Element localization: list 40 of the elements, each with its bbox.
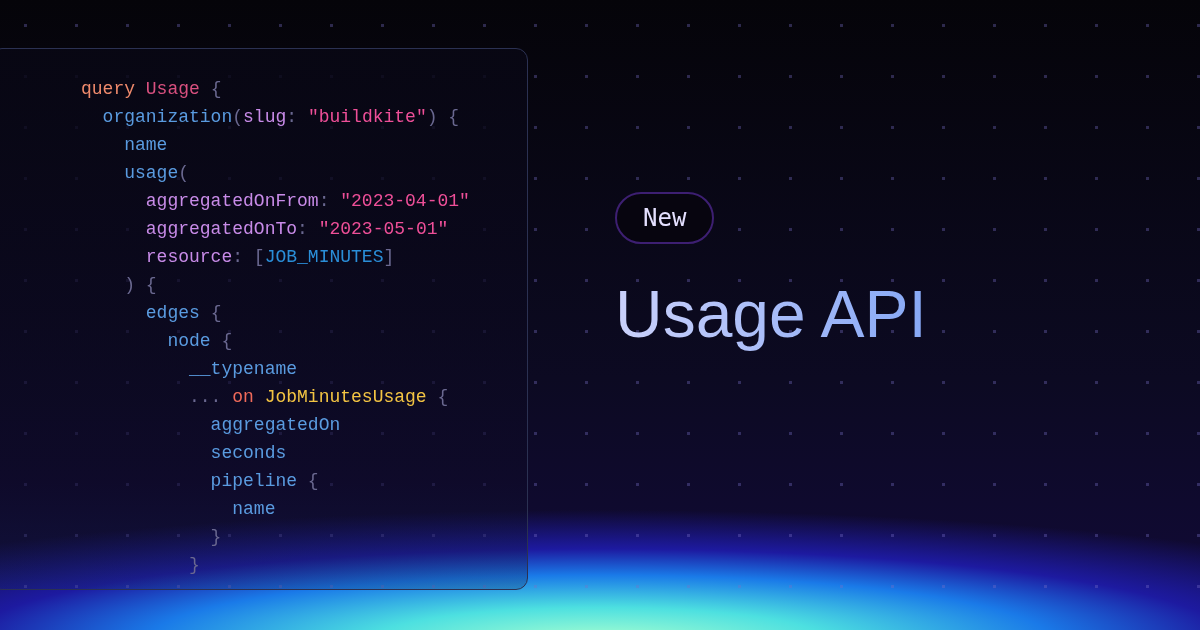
code-punctuation: { bbox=[209, 78, 222, 101]
code-punctuation: ... bbox=[188, 386, 222, 409]
code-token: on bbox=[231, 386, 254, 409]
code-token: __typename bbox=[188, 358, 298, 381]
code-punctuation: ] bbox=[383, 246, 395, 269]
code-token: pipeline bbox=[209, 470, 298, 493]
code-token: name bbox=[123, 134, 168, 157]
code-token: JobMinutesUsage bbox=[263, 386, 427, 409]
code-token: query bbox=[81, 78, 135, 101]
code-token: aggregatedOnFrom bbox=[144, 190, 319, 213]
code-token: "buildkite" bbox=[306, 106, 427, 129]
code-punctuation: : bbox=[286, 106, 298, 129]
code-token: "2023-05-01" bbox=[317, 218, 449, 241]
code-token: name bbox=[231, 498, 276, 521]
code-punctuation: ) { bbox=[426, 106, 460, 129]
code-punctuation: : [ bbox=[232, 246, 265, 269]
code-punctuation: { bbox=[209, 302, 222, 325]
code-punctuation: ( bbox=[178, 162, 190, 185]
code-token: slug bbox=[243, 106, 287, 129]
code-token: resource bbox=[144, 246, 233, 269]
code-punctuation: ) { bbox=[123, 274, 157, 297]
code-punctuation: { bbox=[436, 386, 449, 409]
code-token: JOB_MINUTES bbox=[264, 246, 384, 269]
code-token: Usage bbox=[144, 78, 200, 101]
code-token: seconds bbox=[209, 442, 287, 465]
code-punctuation: : bbox=[318, 190, 330, 213]
code-punctuation: } bbox=[188, 554, 200, 577]
code-punctuation: { bbox=[306, 470, 319, 493]
new-badge: New bbox=[615, 192, 715, 244]
code-punctuation: ( bbox=[232, 106, 244, 129]
code-token: node bbox=[166, 330, 211, 353]
code-punctuation: : bbox=[297, 218, 308, 241]
code-token: aggregatedOnTo bbox=[144, 218, 298, 241]
code-token: "2023-04-01" bbox=[339, 190, 470, 213]
code-punctuation: { bbox=[220, 330, 233, 353]
code-token: organization bbox=[101, 106, 233, 129]
code-token: usage bbox=[123, 162, 179, 185]
code-punctuation: } bbox=[209, 526, 222, 549]
code-token: aggregatedOn bbox=[209, 414, 341, 437]
code-token: edges bbox=[144, 302, 200, 325]
